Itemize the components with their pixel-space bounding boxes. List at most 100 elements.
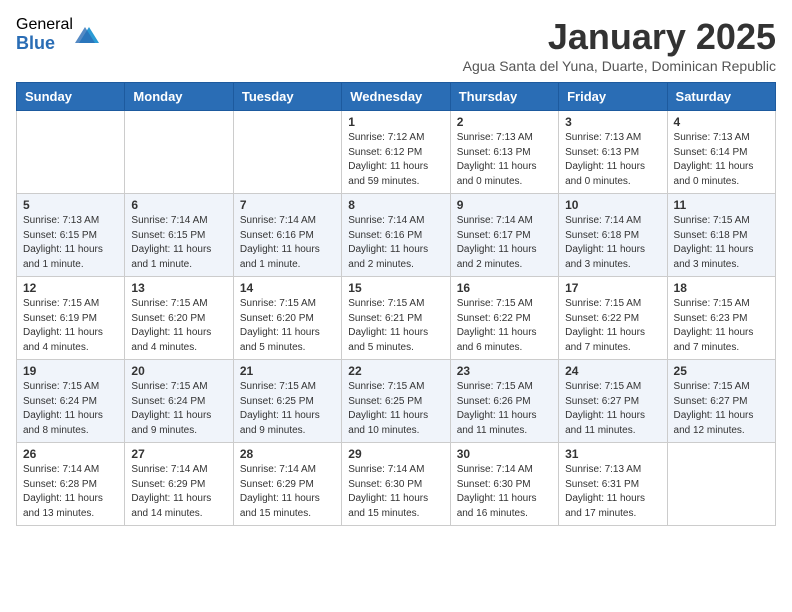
calendar-cell: 5Sunrise: 7:13 AM Sunset: 6:15 PM Daylig… — [17, 194, 125, 277]
calendar-cell: 21Sunrise: 7:15 AM Sunset: 6:25 PM Dayli… — [233, 360, 341, 443]
day-number: 18 — [674, 281, 769, 295]
calendar-week-row: 12 Sunrise: 7:15 AM Sunset: 6:19 PM Dayli… — [17, 277, 776, 360]
calendar-cell — [17, 111, 125, 194]
day-info: Sunrise: 7:13 AM Sunset: 6:15 PM Dayligh… — [23, 214, 118, 272]
day-number: 17 — [565, 281, 660, 295]
title-block: January 2025 Agua Santa del Yuna, Duarte… — [463, 16, 776, 74]
calendar-cell — [125, 111, 233, 194]
day-info: Sunrise: 7:13 AM Sunset: 6:13 PM Dayligh… — [565, 131, 660, 189]
day-number: 11 — [674, 198, 769, 212]
day-of-week-header: Monday — [125, 83, 233, 111]
calendar-cell: 9Sunrise: 7:14 AM Sunset: 6:17 PM Daylig… — [450, 194, 558, 277]
day-number: 31 — [565, 447, 660, 461]
page-header: General Blue January 2025 Agua Santa del… — [16, 16, 776, 74]
calendar-cell: 22Sunrise: 7:15 AM Sunset: 6:25 PM Dayli… — [342, 360, 450, 443]
calendar-cell: 12 Sunrise: 7:15 AM Sunset: 6:19 PM Dayli… — [17, 277, 125, 360]
day-number: 4 — [674, 115, 769, 129]
day-info: Sunrise: 7:14 AM Sunset: 6:17 PM Dayligh… — [457, 214, 552, 272]
calendar-week-row: 5Sunrise: 7:13 AM Sunset: 6:15 PM Daylig… — [17, 194, 776, 277]
calendar-week-row: 19 Sunrise: 7:15 AM Sunset: 6:24 PM Dayli… — [17, 360, 776, 443]
calendar-cell: 14 Sunrise: 7:15 AM Sunset: 6:20 PM Dayli… — [233, 277, 341, 360]
day-info: Sunrise: 7:15 AM Sunset: 6:22 PM Dayligh… — [457, 297, 552, 355]
day-info: Sunrise: 7:15 AM Sunset: 6:19 PM Dayligh… — [23, 297, 118, 355]
day-number: 24 — [565, 364, 660, 378]
day-number: 2 — [457, 115, 552, 129]
day-info: Sunrise: 7:14 AM Sunset: 6:29 PM Dayligh… — [131, 463, 226, 521]
day-number: 28 — [240, 447, 335, 461]
calendar-cell — [667, 443, 775, 526]
day-number: 29 — [348, 447, 443, 461]
day-info: Sunrise: 7:14 AM Sunset: 6:30 PM Dayligh… — [348, 463, 443, 521]
calendar-cell: 13 Sunrise: 7:15 AM Sunset: 6:20 PM Dayli… — [125, 277, 233, 360]
day-info: Sunrise: 7:15 AM Sunset: 6:25 PM Dayligh… — [348, 380, 443, 438]
day-number: 20 — [131, 364, 226, 378]
calendar-cell: 29 Sunrise: 7:14 AM Sunset: 6:30 PM Dayli… — [342, 443, 450, 526]
calendar-cell: 4 Sunrise: 7:13 AM Sunset: 6:14 PM Daylig… — [667, 111, 775, 194]
day-number: 25 — [674, 364, 769, 378]
day-info: Sunrise: 7:15 AM Sunset: 6:20 PM Dayligh… — [240, 297, 335, 355]
day-number: 8 — [348, 198, 443, 212]
day-number: 14 — [240, 281, 335, 295]
calendar-cell: 25Sunrise: 7:15 AM Sunset: 6:27 PM Dayli… — [667, 360, 775, 443]
day-number: 19 — [23, 364, 118, 378]
day-info: Sunrise: 7:15 AM Sunset: 6:22 PM Dayligh… — [565, 297, 660, 355]
day-number: 6 — [131, 198, 226, 212]
month-title: January 2025 — [463, 16, 776, 58]
day-number: 12 — [23, 281, 118, 295]
day-info: Sunrise: 7:13 AM Sunset: 6:13 PM Dayligh… — [457, 131, 552, 189]
day-info: Sunrise: 7:12 AM Sunset: 6:12 PM Dayligh… — [348, 131, 443, 189]
day-info: Sunrise: 7:14 AM Sunset: 6:30 PM Dayligh… — [457, 463, 552, 521]
calendar-cell: 16 Sunrise: 7:15 AM Sunset: 6:22 PM Dayli… — [450, 277, 558, 360]
day-number: 3 — [565, 115, 660, 129]
day-info: Sunrise: 7:15 AM Sunset: 6:26 PM Dayligh… — [457, 380, 552, 438]
calendar-cell: 8 Sunrise: 7:14 AM Sunset: 6:16 PM Daylig… — [342, 194, 450, 277]
day-info: Sunrise: 7:15 AM Sunset: 6:20 PM Dayligh… — [131, 297, 226, 355]
day-info: Sunrise: 7:14 AM Sunset: 6:28 PM Dayligh… — [23, 463, 118, 521]
calendar-week-row: 26Sunrise: 7:14 AM Sunset: 6:28 PM Dayli… — [17, 443, 776, 526]
calendar-cell: 11 Sunrise: 7:15 AM Sunset: 6:18 PM Dayli… — [667, 194, 775, 277]
day-number: 21 — [240, 364, 335, 378]
day-info: Sunrise: 7:15 AM Sunset: 6:23 PM Dayligh… — [674, 297, 769, 355]
day-number: 13 — [131, 281, 226, 295]
calendar-cell: 17 Sunrise: 7:15 AM Sunset: 6:22 PM Dayli… — [559, 277, 667, 360]
calendar-header-row: SundayMondayTuesdayWednesdayThursdayFrid… — [17, 83, 776, 111]
day-of-week-header: Wednesday — [342, 83, 450, 111]
calendar-cell — [233, 111, 341, 194]
day-of-week-header: Tuesday — [233, 83, 341, 111]
calendar-cell: 30 Sunrise: 7:14 AM Sunset: 6:30 PM Dayli… — [450, 443, 558, 526]
calendar-cell: 10Sunrise: 7:14 AM Sunset: 6:18 PM Dayli… — [559, 194, 667, 277]
location-subtitle: Agua Santa del Yuna, Duarte, Dominican R… — [463, 58, 776, 74]
day-of-week-header: Sunday — [17, 83, 125, 111]
calendar-cell: 18 Sunrise: 7:15 AM Sunset: 6:23 PM Dayli… — [667, 277, 775, 360]
calendar-cell: 20Sunrise: 7:15 AM Sunset: 6:24 PM Dayli… — [125, 360, 233, 443]
day-info: Sunrise: 7:15 AM Sunset: 6:21 PM Dayligh… — [348, 297, 443, 355]
day-info: Sunrise: 7:14 AM Sunset: 6:16 PM Dayligh… — [348, 214, 443, 272]
day-info: Sunrise: 7:14 AM Sunset: 6:15 PM Dayligh… — [131, 214, 226, 272]
day-info: Sunrise: 7:15 AM Sunset: 6:24 PM Dayligh… — [23, 380, 118, 438]
calendar-cell: 7Sunrise: 7:14 AM Sunset: 6:16 PM Daylig… — [233, 194, 341, 277]
logo: General Blue — [16, 16, 99, 53]
day-info: Sunrise: 7:15 AM Sunset: 6:18 PM Dayligh… — [674, 214, 769, 272]
logo-icon — [75, 23, 99, 47]
day-number: 30 — [457, 447, 552, 461]
calendar-cell: 28 Sunrise: 7:14 AM Sunset: 6:29 PM Dayli… — [233, 443, 341, 526]
logo-blue: Blue — [16, 34, 73, 54]
day-info: Sunrise: 7:13 AM Sunset: 6:31 PM Dayligh… — [565, 463, 660, 521]
day-info: Sunrise: 7:14 AM Sunset: 6:29 PM Dayligh… — [240, 463, 335, 521]
calendar-cell: 15 Sunrise: 7:15 AM Sunset: 6:21 PM Dayli… — [342, 277, 450, 360]
day-number: 15 — [348, 281, 443, 295]
day-number: 23 — [457, 364, 552, 378]
day-of-week-header: Saturday — [667, 83, 775, 111]
calendar-cell: 26Sunrise: 7:14 AM Sunset: 6:28 PM Dayli… — [17, 443, 125, 526]
calendar-cell: 3 Sunrise: 7:13 AM Sunset: 6:13 PM Daylig… — [559, 111, 667, 194]
calendar-cell: 24Sunrise: 7:15 AM Sunset: 6:27 PM Dayli… — [559, 360, 667, 443]
day-info: Sunrise: 7:14 AM Sunset: 6:18 PM Dayligh… — [565, 214, 660, 272]
calendar-cell: 1Sunrise: 7:12 AM Sunset: 6:12 PM Daylig… — [342, 111, 450, 194]
day-number: 16 — [457, 281, 552, 295]
calendar-cell: 6 Sunrise: 7:14 AM Sunset: 6:15 PM Daylig… — [125, 194, 233, 277]
calendar-cell: 27Sunrise: 7:14 AM Sunset: 6:29 PM Dayli… — [125, 443, 233, 526]
day-of-week-header: Thursday — [450, 83, 558, 111]
day-info: Sunrise: 7:13 AM Sunset: 6:14 PM Dayligh… — [674, 131, 769, 189]
logo-general: General — [16, 16, 73, 34]
calendar-table: SundayMondayTuesdayWednesdayThursdayFrid… — [16, 82, 776, 526]
